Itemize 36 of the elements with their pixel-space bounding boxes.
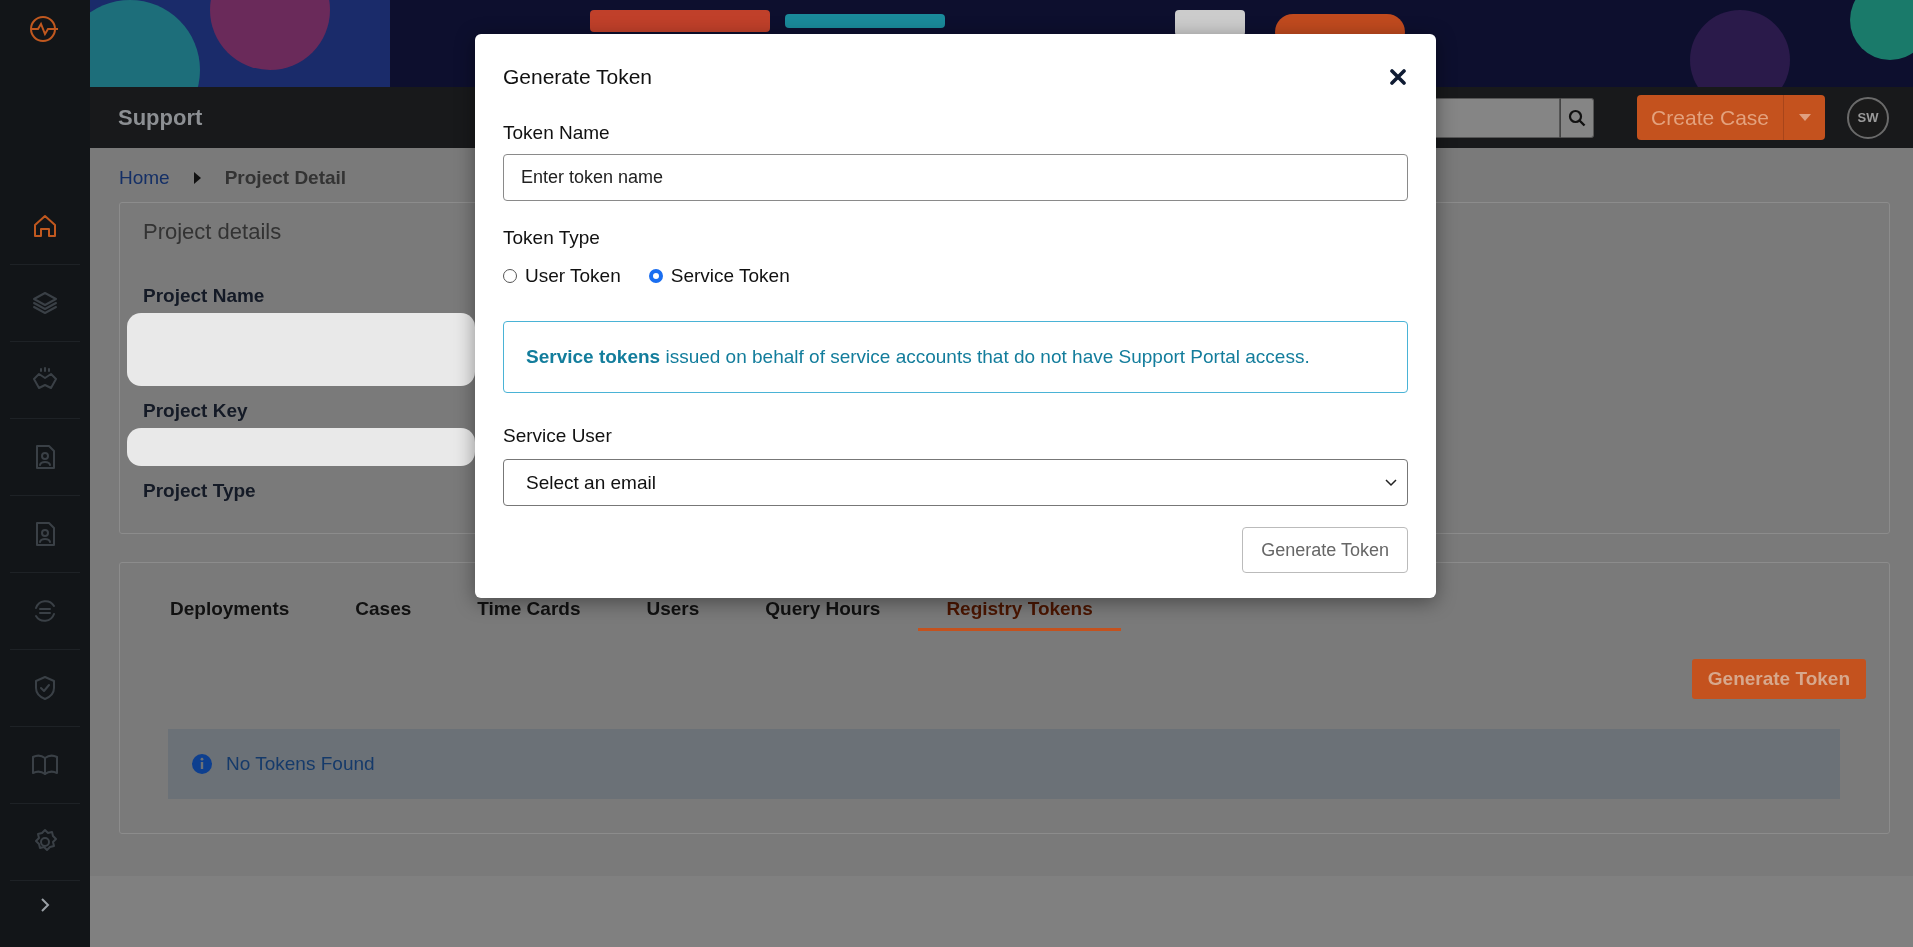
field-label: Project Key <box>143 400 248 422</box>
chevron-down-icon <box>1385 478 1397 487</box>
app-title: Support <box>118 104 203 131</box>
avatar[interactable]: SW <box>1847 96 1889 139</box>
field-label: Token Type <box>503 227 600 249</box>
info-icon <box>192 754 212 774</box>
field-label: Token Name <box>503 122 610 144</box>
generate-token-button[interactable]: Generate Token <box>1242 527 1408 573</box>
close-button[interactable] <box>1388 67 1408 87</box>
radio-label[interactable]: User Token <box>525 265 621 287</box>
radio-button[interactable] <box>503 269 517 283</box>
breadcrumb-current: Project Detail <box>224 167 347 189</box>
email-select[interactable]: Select an email <box>503 459 1408 506</box>
caret-icon <box>1798 114 1811 121</box>
search-icon <box>1568 108 1587 127</box>
radio-button[interactable] <box>648 269 663 283</box>
tab[interactable]: Cases <box>327 598 440 631</box>
info-text: Service tokens issued on behalf of service accounts that do not have Support Portal access. <box>526 346 1310 368</box>
caret-right-icon <box>193 172 201 184</box>
field-label: Service User <box>503 425 612 447</box>
field-label: Project Name <box>143 285 265 307</box>
tab[interactable]: Query Hours <box>737 598 909 631</box>
tab[interactable]: Deployments <box>168 598 318 631</box>
modal-title: Generate Token <box>503 65 653 89</box>
chevron-right-icon[interactable] <box>38 896 52 914</box>
card-title: Project details <box>143 219 282 245</box>
field-label: Project Type <box>143 480 256 502</box>
breadcrumb-link[interactable]: Home <box>119 167 170 189</box>
dropdown-button[interactable] <box>1783 95 1825 140</box>
tab[interactable]: Users <box>618 598 728 631</box>
search-button[interactable] <box>1560 97 1595 138</box>
alert-text: No Tokens Found <box>226 753 375 775</box>
radio-label[interactable]: Service Token <box>670 265 790 287</box>
close-icon <box>1390 69 1406 85</box>
token-name-field[interactable]: Enter token name <box>503 154 1408 201</box>
tab[interactable]: Time Cards <box>449 598 609 631</box>
